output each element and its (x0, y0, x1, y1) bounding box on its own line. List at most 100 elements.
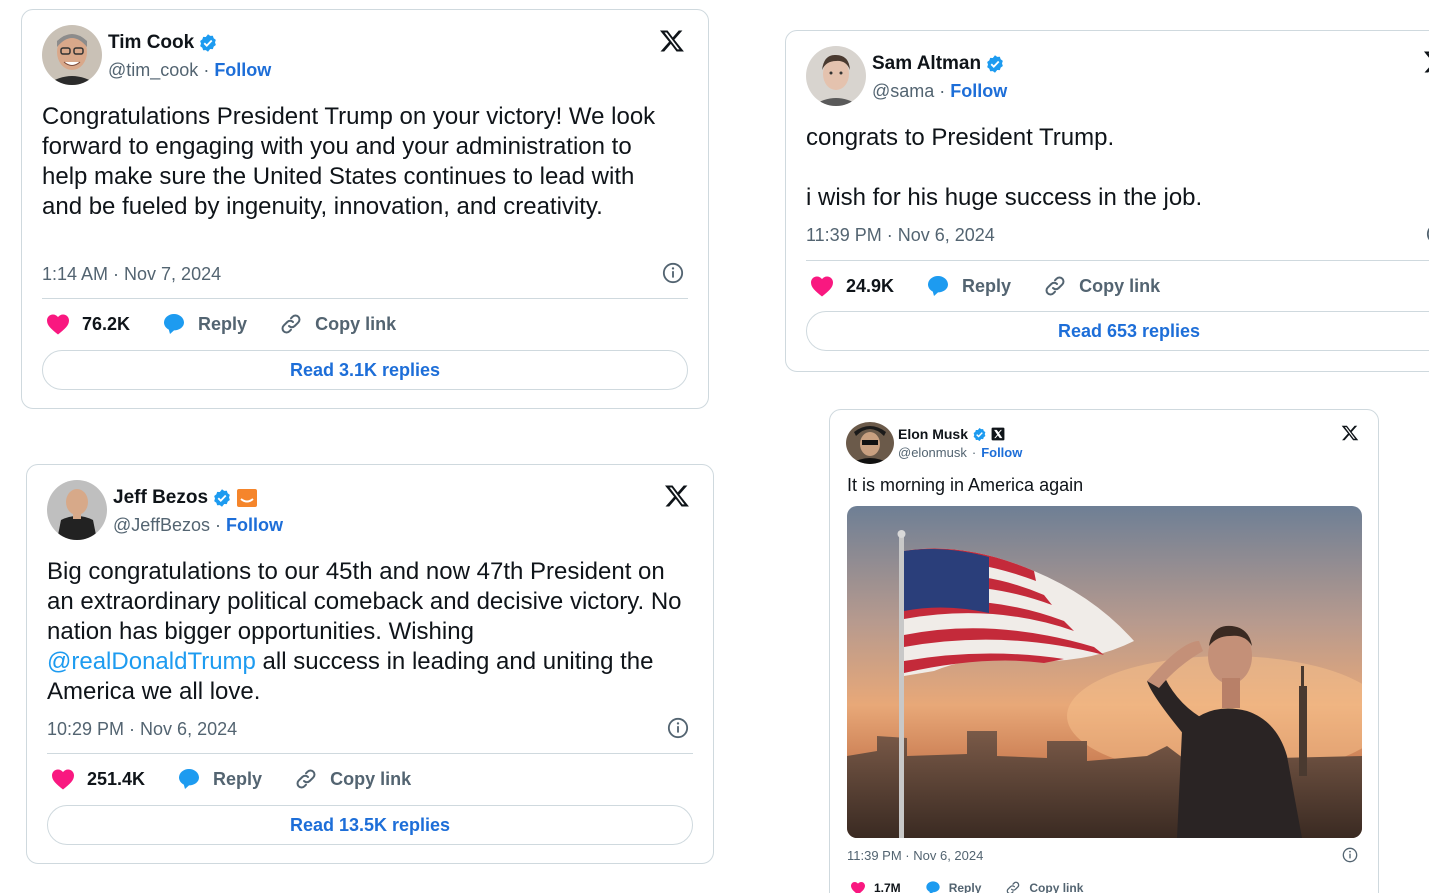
follow-button[interactable]: Follow (214, 60, 271, 80)
author-name[interactable]: Tim Cook (108, 32, 218, 54)
reply-button[interactable]: Reply (162, 312, 247, 336)
avatar[interactable] (47, 480, 107, 540)
like-button[interactable]: 1.7M (850, 881, 901, 893)
like-count: 76.2K (82, 313, 131, 334)
tweet-text: congrats to President Trump. i wish for … (806, 123, 1426, 213)
like-button[interactable]: 24.9K (810, 275, 894, 297)
verified-badge-icon (973, 427, 986, 441)
divider (47, 753, 693, 754)
like-button[interactable]: 251.4K (51, 768, 145, 790)
like-count: 24.9K (846, 275, 895, 296)
tweet-timestamp[interactable]: 11:39 PM · Nov 6, 2024 (806, 225, 995, 246)
tweet-timestamp[interactable]: 11:39 PM · Nov 6, 2024 (847, 848, 983, 863)
author-handle[interactable]: @sama (872, 81, 934, 101)
copy-link-label: Copy link (315, 313, 397, 334)
reply-label: Reply (213, 768, 263, 789)
follow-button[interactable]: Follow (981, 445, 1022, 460)
separator-dot: · (971, 445, 977, 460)
tweet-card-elon-musk: Elon Musk @elonmusk · Follow It is morning… (829, 409, 1379, 893)
info-icon[interactable] (662, 262, 684, 284)
x-logo-icon[interactable] (658, 28, 686, 54)
tweet-card-tim-cook: Tim Cook @tim_cook · Follow Congratulation… (21, 9, 709, 409)
affiliate-badge-icon (237, 489, 258, 507)
tweet-card-jeff-bezos: Jeff Bezos @JeffBezos · Follow Big congrat… (26, 464, 714, 864)
tweet-text-line: congrats to President Trump. (806, 124, 1115, 151)
reply-bubble-icon (164, 314, 185, 334)
affiliate-x-badge-icon (991, 427, 1005, 441)
reply-bubble-icon (926, 881, 940, 893)
copy-link-label: Copy link (330, 768, 412, 789)
copy-link-label: Copy link (1029, 881, 1084, 893)
author-name[interactable]: Jeff Bezos (113, 487, 258, 509)
heart-icon (851, 881, 865, 893)
author-handle[interactable]: @tim_cook (108, 60, 198, 80)
author-handle-row: @tim_cook · Follow (108, 60, 271, 81)
author-name-text[interactable]: Elon Musk (898, 426, 968, 442)
actions-row: 1.7M Reply Copy link (850, 880, 1115, 893)
read-replies-button[interactable]: Read 653 replies (806, 311, 1429, 351)
tweet-card-sam-altman: Sam Altman @sama · Follow congrats to Pres… (785, 30, 1429, 372)
heart-icon (811, 276, 833, 297)
reply-label: Reply (198, 313, 248, 334)
copy-link-button[interactable]: Copy link (1043, 274, 1160, 298)
link-icon (1045, 276, 1065, 296)
verified-badge-icon (987, 55, 1003, 73)
like-count: 251.4K (87, 768, 146, 789)
like-count: 1.7M (874, 881, 901, 893)
x-logo-icon[interactable] (1340, 424, 1360, 442)
link-icon (281, 314, 301, 334)
reply-bubble-icon (928, 276, 949, 296)
copy-link-button[interactable]: Copy link (294, 767, 411, 791)
author-name[interactable]: Sam Altman (872, 53, 1005, 75)
author-name[interactable]: Elon Musk (898, 426, 1005, 442)
copy-link-label: Copy link (1079, 275, 1161, 296)
link-icon (296, 769, 316, 789)
verified-badge-icon (214, 489, 230, 507)
info-icon[interactable] (1342, 847, 1358, 863)
separator-dot: · (215, 515, 221, 535)
copy-link-button[interactable]: Copy link (1005, 880, 1083, 893)
mention-link[interactable]: @realDonaldTrump (47, 648, 256, 675)
tweet-timestamp[interactable]: 10:29 PM · Nov 6, 2024 (47, 719, 237, 740)
avatar[interactable] (806, 46, 866, 106)
separator-dot: · (939, 81, 946, 101)
tweet-text: Big congratulations to our 45th and now … (47, 557, 687, 707)
author-name-text[interactable]: Sam Altman (872, 53, 981, 75)
author-handle-row: @JeffBezos · Follow (113, 515, 283, 536)
actions-row: 24.9K Reply Copy link (810, 274, 1192, 298)
x-logo-icon[interactable] (1422, 49, 1429, 75)
reply-label: Reply (962, 275, 1012, 296)
tweet-text-part: Big congratulations to our 45th and now … (47, 558, 682, 645)
actions-row: 251.4K Reply Copy link (51, 767, 443, 791)
reply-bubble-icon (179, 769, 200, 789)
flag-salute-photo (847, 506, 1362, 838)
follow-button[interactable]: Follow (226, 515, 283, 535)
author-handle[interactable]: @elonmusk (898, 445, 967, 460)
read-replies-button[interactable]: Read 13.5K replies (47, 805, 693, 845)
separator-dot: · (203, 60, 210, 80)
reply-button[interactable]: Reply (926, 274, 1011, 298)
divider (42, 298, 688, 299)
author-name-text[interactable]: Tim Cook (108, 32, 194, 54)
tweet-text-line: i wish for his huge success in the job. (806, 184, 1203, 211)
avatar[interactable] (846, 422, 894, 464)
heart-icon (47, 314, 69, 335)
like-button[interactable]: 76.2K (46, 313, 130, 335)
follow-button[interactable]: Follow (950, 81, 1007, 101)
reply-button[interactable]: Reply (177, 767, 262, 791)
x-logo-icon[interactable] (663, 483, 691, 509)
copy-link-button[interactable]: Copy link (279, 312, 396, 336)
author-name-text[interactable]: Jeff Bezos (113, 487, 208, 509)
read-replies-button[interactable]: Read 3.1K replies (42, 350, 688, 390)
tweet-text: Congratulations President Trump on your … (42, 103, 656, 220)
info-icon[interactable] (667, 717, 689, 739)
author-handle[interactable]: @JeffBezos (113, 515, 210, 535)
tweet-image[interactable] (847, 506, 1362, 838)
reply-button[interactable]: Reply (925, 880, 982, 893)
author-handle-row: @elonmusk · Follow (898, 445, 1022, 460)
reply-label: Reply (948, 881, 982, 893)
author-handle-row: @sama · Follow (872, 81, 1007, 102)
avatar[interactable] (42, 25, 102, 85)
tweet-timestamp[interactable]: 1:14 AM · Nov 7, 2024 (42, 264, 221, 285)
divider (806, 260, 1429, 261)
